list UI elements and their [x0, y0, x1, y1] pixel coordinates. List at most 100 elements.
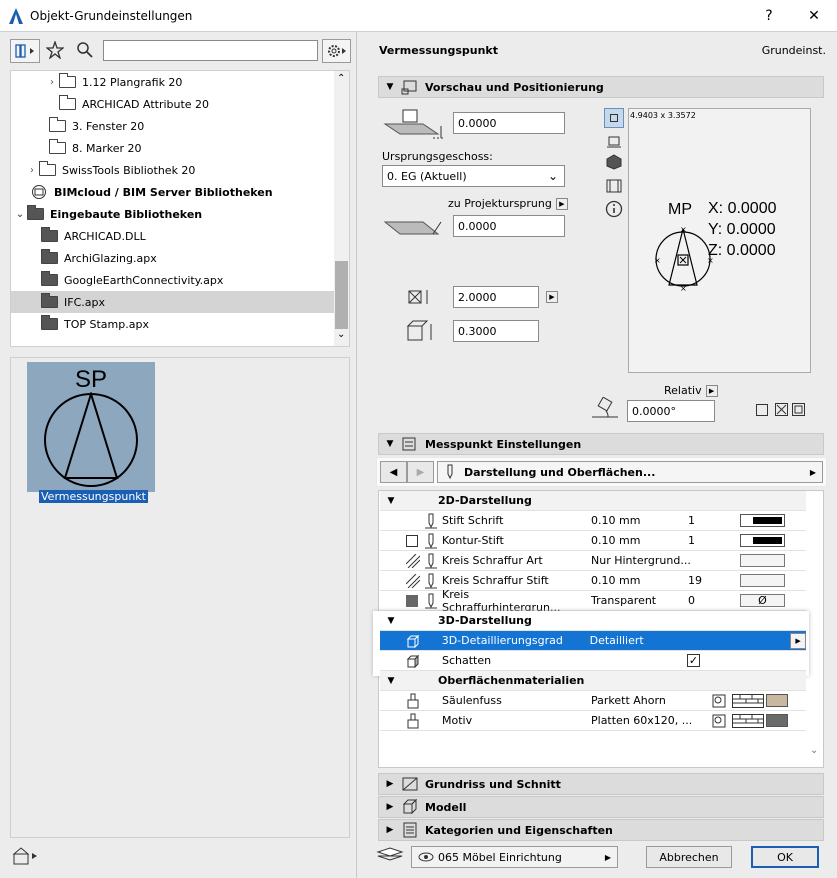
section-messpunkt-header[interactable]: ▼ Messpunkt Einstellungen: [378, 433, 824, 455]
tree-item[interactable]: 8. Marker 20: [11, 137, 336, 159]
chevron-down-icon[interactable]: ⌄: [810, 745, 818, 756]
material-picker-icon[interactable]: [712, 694, 726, 708]
pen-swatch[interactable]: [740, 574, 785, 587]
symbol-preview-canvas[interactable]: 4.9403 x 3.3572 MP X: 0.0000 Y: 0.0000 Z…: [628, 108, 811, 373]
param-name: Kontur-Stift: [442, 534, 504, 547]
mirror-off-icon[interactable]: [792, 403, 806, 417]
tree-item[interactable]: BIMcloud / BIM Server Bibliotheken: [11, 181, 336, 203]
material-swatch[interactable]: [766, 694, 788, 707]
mirror-none-icon[interactable]: [756, 404, 768, 416]
chevron-down-icon: ⌄: [15, 208, 25, 220]
folder-icon: [40, 315, 58, 330]
layer-select-value: 065 Möbel Einrichtung: [438, 850, 562, 864]
size-a-icon: [408, 290, 428, 304]
chevron-up-icon[interactable]: ⌃: [337, 73, 345, 84]
param-row[interactable]: Kontur-Stift 0.10 mm 1: [380, 531, 806, 551]
tree-item[interactable]: ARCHICAD Attribute 20: [11, 93, 336, 115]
tree-item[interactable]: ⌄ Eingebaute Bibliotheken: [11, 203, 336, 225]
cancel-button[interactable]: Abbrechen: [646, 846, 732, 868]
next-page-button[interactable]: ▶: [407, 461, 434, 483]
chevron-down-icon[interactable]: ⌄: [337, 329, 345, 340]
svg-text:×: ×: [680, 284, 687, 293]
object-thumbnail[interactable]: SP: [27, 362, 155, 492]
thumbnail-label: SP: [74, 366, 107, 393]
tree-item[interactable]: GoogleEarthConnectivity.apx: [11, 269, 336, 291]
chevron-right-icon: ›: [50, 76, 54, 88]
search-icon[interactable]: [76, 41, 94, 62]
rotation-angle-input[interactable]: 0.0000°: [627, 400, 715, 422]
close-button[interactable]: ✕: [791, 0, 837, 32]
tree-item[interactable]: › 1.12 Plangrafik 20: [11, 71, 336, 93]
section-view-icon[interactable]: [606, 134, 622, 150]
pen-icon: [425, 553, 437, 568]
fill-swatch[interactable]: [740, 554, 785, 567]
material-swatch[interactable]: [766, 714, 788, 727]
elevation-input[interactable]: 0.0000: [453, 112, 565, 134]
pen-swatch[interactable]: [740, 514, 785, 527]
story-select[interactable]: 0. EG (Aktuell) ⌄: [382, 165, 565, 187]
help-button[interactable]: ?: [746, 0, 792, 32]
tree-item-label: ARCHICAD.DLL: [64, 229, 146, 243]
size-b-input[interactable]: 0.3000: [453, 320, 539, 342]
ok-button[interactable]: OK: [751, 846, 819, 868]
param-row-selected[interactable]: 3D-Detaillierungsgrad Detailliert ▶: [380, 631, 806, 651]
section-grundriss-header[interactable]: ▶ Grundriss und Schnitt: [378, 773, 824, 795]
tree-item[interactable]: ARCHICAD.DLL: [11, 225, 336, 247]
param-group-2d[interactable]: ▼ 2D-Darstellung: [380, 491, 806, 511]
mirror-on-icon[interactable]: [775, 403, 789, 417]
tree-item[interactable]: TOP Stamp.apx: [11, 313, 336, 335]
triangle-right-icon[interactable]: ▶: [546, 291, 558, 303]
project-origin-input[interactable]: 0.0000: [453, 215, 565, 237]
shadow-checkbox[interactable]: ✓: [687, 654, 700, 667]
param-row[interactable]: Kreis Schraffurhintergrun... Transparent…: [380, 588, 806, 614]
section-kategorien-header[interactable]: ▶ Kategorien und Eigenschaften: [378, 819, 824, 841]
film-icon[interactable]: [606, 178, 622, 194]
param-row[interactable]: Kreis Schraffur Art Nur Hintergrund...: [380, 551, 806, 571]
section-modell-header[interactable]: ▶ Modell: [378, 796, 824, 818]
triangle-right-icon: ▶: [809, 467, 816, 477]
empty-set-swatch[interactable]: Ø: [740, 594, 785, 607]
section-title: Grundriss und Schnitt: [425, 777, 561, 791]
search-input[interactable]: [103, 40, 318, 61]
param-group-materials[interactable]: ▼ Oberflächenmaterialien: [380, 671, 806, 691]
tree-item[interactable]: › SwissTools Bibliothek 20: [11, 159, 336, 181]
story-select-value: 0. EG (Aktuell): [387, 169, 467, 183]
paint-brush-icon: [407, 713, 419, 728]
library-settings-button[interactable]: [322, 39, 351, 63]
relative-toggle[interactable]: Relativ ▶: [664, 384, 718, 397]
param-pen-number: 19: [688, 574, 702, 587]
project-origin-toggle[interactable]: zu Projektursprung ▶: [448, 197, 568, 210]
size-a-input[interactable]: 2.0000: [453, 286, 539, 308]
pen-swatch[interactable]: [740, 534, 785, 547]
tree-item[interactable]: ArchiGlazing.apx: [11, 247, 336, 269]
folder-icon: [40, 227, 58, 242]
param-row[interactable]: Schatten ✓: [380, 651, 806, 671]
square-icon: [610, 114, 618, 122]
library-manager-icon[interactable]: [12, 846, 40, 869]
param-row[interactable]: Motiv Platten 60x120, ...: [380, 711, 806, 731]
param-group-3d[interactable]: ▼ 3D-Darstellung: [380, 611, 806, 631]
tree-item[interactable]: 3. Fenster 20: [11, 115, 336, 137]
triangle-right-icon: ▶: [416, 466, 425, 478]
section-preview-header[interactable]: ▼ Vorschau und Positionierung: [378, 76, 824, 98]
view-2d-button[interactable]: [604, 108, 624, 128]
scroll-thumb[interactable]: [335, 261, 348, 329]
library-view-button[interactable]: [10, 39, 40, 63]
param-row[interactable]: Stift Schrift 0.10 mm 1: [380, 511, 806, 531]
3d-view-icon[interactable]: [606, 154, 622, 170]
param-value: Platten 60x120, ...: [591, 714, 693, 727]
material-picker-icon[interactable]: [712, 714, 726, 728]
param-pen-number: 0: [688, 594, 695, 607]
page-selector[interactable]: Darstellung und Oberflächen... ▶: [437, 461, 823, 483]
param-row[interactable]: Säulenfuss Parkett Ahorn: [380, 691, 806, 711]
prev-page-button[interactable]: ◀: [380, 461, 407, 483]
tree-scrollbar[interactable]: ⌃ ⌄: [334, 71, 349, 346]
favorites-star-icon[interactable]: [45, 39, 65, 62]
triangle-right-icon[interactable]: ▶: [790, 632, 806, 649]
param-name: Schatten: [442, 654, 492, 667]
tree-item-label: 3. Fenster 20: [72, 119, 145, 133]
layer-select[interactable]: 065 Möbel Einrichtung ▶: [411, 846, 618, 868]
tree-item-selected[interactable]: IFC.apx: [11, 291, 336, 313]
info-icon[interactable]: [605, 200, 623, 218]
param-name: Kreis Schraffur Art: [442, 554, 543, 567]
